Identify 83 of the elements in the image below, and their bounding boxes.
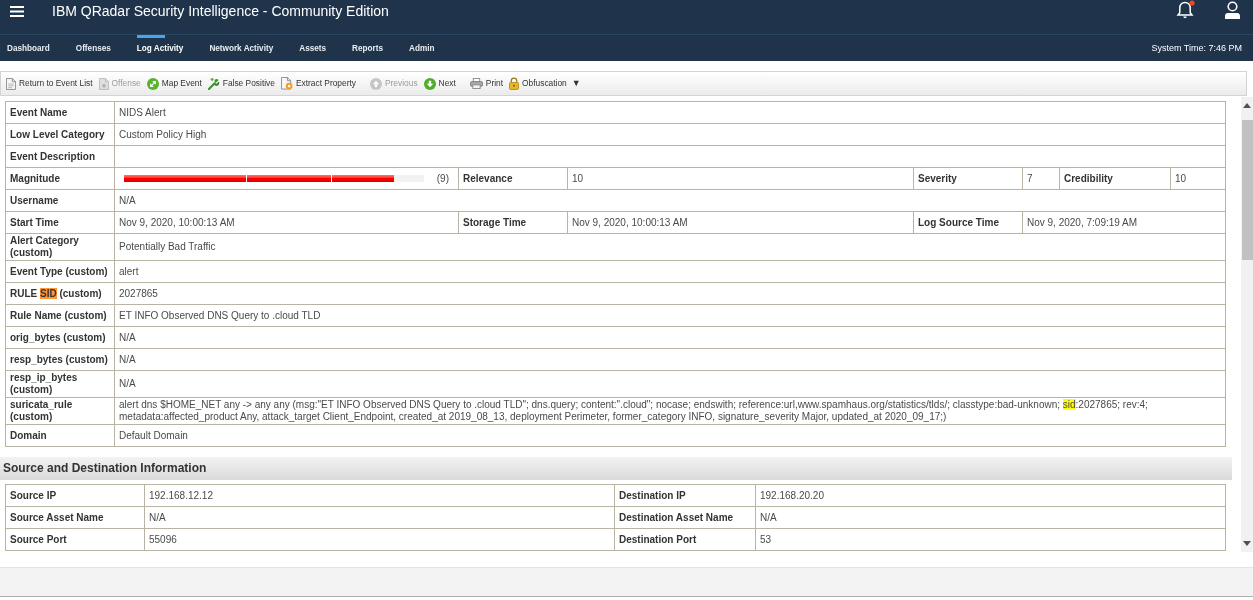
print-button[interactable]: Print	[469, 78, 504, 89]
scrollbar-track[interactable]	[1241, 97, 1253, 552]
field-label: Low Level Category	[5, 123, 115, 146]
field-value: ET INFO Observed DNS Query to .cloud TLD	[114, 304, 1226, 327]
field-value: N/A	[114, 326, 1226, 349]
map-event-button[interactable]: Map Event	[146, 77, 202, 90]
nav-tab[interactable]: Log Activity	[136, 35, 184, 61]
nav-tab[interactable]: Dashboard	[7, 35, 50, 61]
field-value: 192.168.12.12	[144, 484, 615, 507]
field-value: 192.168.20.20	[755, 484, 1226, 507]
field-value: 55096	[144, 528, 615, 551]
field-value: 2027865	[114, 282, 1226, 305]
field-value: Potentially Bad Traffic	[114, 233, 1226, 261]
document-icon	[6, 77, 16, 90]
field-label: Domain	[5, 424, 115, 447]
field-label: Source IP	[5, 484, 145, 507]
scrollbar-thumb[interactable]	[1241, 120, 1253, 260]
field-value: N/A	[144, 506, 615, 529]
field-value: Custom Policy High	[114, 123, 1226, 146]
wrench-icon	[207, 77, 220, 90]
menu-icon[interactable]	[10, 6, 24, 17]
field-label: Magnitude	[5, 167, 115, 190]
field-label: RULE SID (custom)	[5, 282, 115, 305]
section-header: Source and Destination Information	[0, 457, 1232, 480]
field-label: Source Asset Name	[5, 506, 145, 529]
field-value: alert dns $HOME_NET any -> any any (msg:"ET INFO Observed DNS Query to .cloud TLD"; dns.query; content:".cloud"; nocase; endswith; reference:url,www.spamhaus.org/statistics/tlds/; classtype:bad-unknown; sid:2027865; rev:4; metadata:affected_product Any, attack_target Client_Endpoint, created_at 2019_08_13, deployment Perimeter, former_category INFO, signature_severity Major, updated_at 2020_09_17;)	[114, 397, 1226, 425]
field-value: N/A	[755, 506, 1226, 529]
false-positive-button[interactable]: False Positive	[207, 77, 275, 90]
field-value: alert	[114, 260, 1226, 283]
field-label: Relevance	[458, 167, 568, 190]
field-value: Nov 9, 2020, 7:09:19 AM	[1022, 211, 1226, 234]
return-to-list-button[interactable]: Return to Event List	[6, 77, 93, 90]
field-label: resp_bytes (custom)	[5, 348, 115, 371]
field-label: Start Time	[5, 211, 115, 234]
field-label: Alert Category (custom)	[5, 233, 115, 261]
field-value: 10	[567, 167, 914, 190]
nav-tab[interactable]: Assets	[299, 35, 327, 61]
field-value: 53	[755, 528, 1226, 551]
field-label: Severity	[913, 167, 1023, 190]
nav-tab[interactable]: Admin	[409, 35, 435, 61]
field-label: Username	[5, 189, 115, 212]
extract-property-button[interactable]: Extract Property	[280, 77, 356, 90]
field-label: Event Description	[5, 145, 115, 168]
field-label: Rule Name (custom)	[5, 304, 115, 327]
field-label: Source Port	[5, 528, 145, 551]
field-label: suricata_rule (custom)	[5, 397, 115, 425]
field-label: Destination IP	[614, 484, 756, 507]
field-value: Nov 9, 2020, 10:00:13 AM	[567, 211, 914, 234]
field-value: NIDS Alert	[114, 101, 1226, 124]
field-label: orig_bytes (custom)	[5, 326, 115, 349]
printer-icon	[469, 78, 483, 89]
diagonal-arrows-icon	[146, 77, 159, 90]
document-icon	[98, 77, 109, 90]
field-value: N/A	[114, 370, 1226, 398]
field-label: Destination Port	[614, 528, 756, 551]
field-value: Nov 9, 2020, 10:00:13 AM	[114, 211, 459, 234]
field-label: Destination Asset Name	[614, 506, 756, 529]
magnitude-reading: (9)	[436, 172, 449, 185]
down-arrow-icon	[423, 77, 436, 90]
system-time: System Time: 7:46 PM	[1151, 42, 1242, 54]
notification-bell-icon[interactable]	[1177, 1, 1193, 19]
field-label: Event Type (custom)	[5, 260, 115, 283]
field-value: Default Domain	[114, 424, 1226, 447]
obfuscation-menu-button[interactable]: Obfuscation ▼	[509, 77, 581, 90]
field-label: Storage Time	[458, 211, 568, 234]
field-value: N/A	[114, 189, 1226, 212]
nav-tab[interactable]: Network Activity	[209, 35, 274, 61]
padlock-icon	[509, 77, 520, 90]
field-label: Event Name	[5, 101, 115, 124]
field-value: 7	[1022, 167, 1060, 190]
user-icon[interactable]	[1224, 1, 1241, 19]
scroll-down-icon[interactable]	[1243, 541, 1251, 546]
field-label: resp_ip_bytes (custom)	[5, 370, 115, 398]
nav-tab[interactable]: Reports	[352, 35, 384, 61]
field-value: 10	[1170, 167, 1226, 190]
field-value: N/A	[114, 348, 1226, 371]
up-arrow-icon	[370, 77, 382, 90]
app-title: IBM QRadar Security Intelligence - Community Edition	[52, 3, 389, 20]
field-label: Credibility	[1059, 167, 1171, 190]
next-button[interactable]: Next	[423, 77, 456, 90]
nav-tab[interactable]: Offenses	[75, 35, 111, 61]
field-label: Log Source Time	[913, 211, 1023, 234]
scroll-up-icon[interactable]	[1243, 103, 1251, 108]
